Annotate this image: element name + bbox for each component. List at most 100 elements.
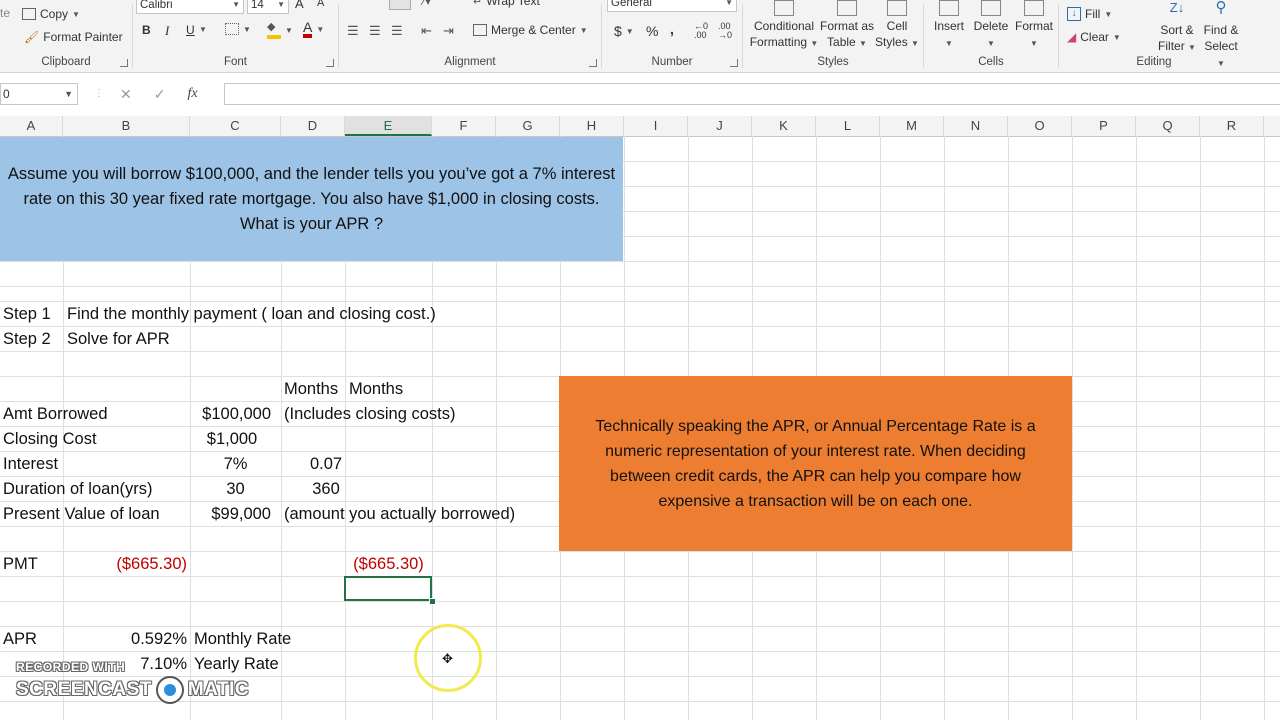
align-right-icon: ☰ bbox=[391, 23, 403, 38]
increase-indent-button[interactable]: ⇥ bbox=[443, 23, 454, 39]
format-as-table-button[interactable]: Format as Table ▼ bbox=[819, 0, 875, 52]
font-color-button[interactable]: A ▼ bbox=[303, 20, 324, 38]
font-launcher-icon[interactable] bbox=[326, 59, 334, 67]
bold-button[interactable]: B bbox=[142, 23, 151, 37]
column-header-o[interactable]: O bbox=[1008, 116, 1072, 136]
cell-styles-button[interactable]: Cell Styles ▼ bbox=[875, 0, 919, 52]
insert-button[interactable]: Insert ▼ bbox=[928, 0, 970, 52]
fill-button[interactable]: ↓ Fill ▼ bbox=[1067, 7, 1112, 21]
closing-cost-label: Closing Cost bbox=[3, 430, 97, 448]
align-right-button[interactable]: ☰ bbox=[391, 23, 403, 39]
align-center-button[interactable]: ☰ bbox=[369, 23, 381, 39]
step1-text: Find the monthly payment ( loan and clos… bbox=[67, 305, 436, 323]
format-as-label: Format as bbox=[819, 19, 874, 33]
column-header-d[interactable]: D bbox=[281, 116, 345, 136]
decrease-indent-button[interactable]: ⇤ bbox=[421, 23, 432, 39]
column-header-g[interactable]: G bbox=[496, 116, 560, 136]
orientation-button[interactable]: ⁄▾ bbox=[423, 0, 431, 8]
amt-borrowed-note: (Includes closing costs) bbox=[284, 405, 456, 423]
paste-fragment[interactable]: te bbox=[0, 6, 10, 20]
column-header-r[interactable]: R bbox=[1200, 116, 1264, 136]
alignment-launcher-icon[interactable] bbox=[589, 59, 597, 67]
months-header: Months bbox=[284, 380, 339, 398]
chevron-down-icon: ▼ bbox=[232, 0, 240, 9]
column-header-i[interactable]: I bbox=[624, 116, 688, 136]
currency-button[interactable]: $ ▼ bbox=[614, 23, 634, 39]
number-format-select[interactable]: General ▼ bbox=[607, 0, 737, 12]
clipboard-group: te Copy ▼ 🖌 Format Painter Clipboard bbox=[0, 0, 132, 72]
font-size-select[interactable]: 14 ▼ bbox=[247, 0, 289, 14]
align-middle-button[interactable] bbox=[389, 0, 411, 10]
column-header-c[interactable]: C bbox=[190, 116, 281, 136]
clear-button[interactable]: ◢ Clear ▼ bbox=[1067, 30, 1121, 44]
number-launcher-icon[interactable] bbox=[730, 59, 738, 67]
column-header-q[interactable]: Q bbox=[1136, 116, 1200, 136]
column-header-b[interactable]: B bbox=[63, 116, 190, 136]
font-label: Font bbox=[223, 56, 247, 68]
underline-button[interactable]: U bbox=[186, 23, 195, 37]
column-header-n[interactable]: N bbox=[944, 116, 1008, 136]
format-label: Format bbox=[1014, 19, 1053, 33]
name-box[interactable]: 0 ▼ bbox=[0, 83, 78, 105]
merge-center-label: Merge & Center bbox=[491, 23, 576, 37]
borders-button[interactable]: ▼ bbox=[225, 23, 251, 35]
active-cell-e19[interactable] bbox=[344, 576, 432, 601]
column-header-f[interactable]: F bbox=[432, 116, 496, 136]
decrease-decimal-button[interactable]: .00 →0 bbox=[718, 22, 732, 40]
clipboard-launcher-icon[interactable] bbox=[120, 59, 128, 67]
increase-decimal-button[interactable]: ←0.00 bbox=[694, 22, 708, 40]
italic-button[interactable]: I bbox=[165, 23, 169, 39]
column-header-h[interactable]: H bbox=[560, 116, 624, 136]
styles-group: Conditional Formatting ▼ Format as Table… bbox=[743, 0, 923, 72]
font-name-select[interactable]: Calibri ▼ bbox=[136, 0, 244, 14]
align-left-button[interactable]: ☰ bbox=[347, 23, 359, 39]
grow-font-button[interactable]: A bbox=[295, 0, 304, 11]
insert-function-icon[interactable]: fx bbox=[187, 86, 197, 102]
wrap-text-label: Wrap Text bbox=[486, 0, 540, 8]
column-header-k[interactable]: K bbox=[752, 116, 816, 136]
pmt-label: PMT bbox=[3, 555, 38, 573]
step1-label: Step 1 bbox=[3, 305, 51, 323]
clear-label: Clear bbox=[1080, 30, 1109, 44]
percent-button[interactable]: % bbox=[646, 23, 658, 39]
delete-button[interactable]: Delete ▼ bbox=[970, 0, 1012, 52]
amt-borrowed-label: Amt Borrowed bbox=[3, 405, 108, 423]
worksheet-grid[interactable]: A B C D E F G H I J K L M N O P Q R Assu… bbox=[0, 116, 1280, 720]
fill-handle[interactable] bbox=[429, 598, 436, 605]
formula-input[interactable] bbox=[224, 83, 1280, 105]
fill-color-button[interactable]: ◆ ▼ bbox=[267, 21, 293, 39]
shrink-font-button[interactable]: A bbox=[317, 0, 324, 9]
closing-cost-value: $1,000 bbox=[206, 430, 258, 448]
format-button[interactable]: Format ▼ bbox=[1012, 0, 1056, 52]
merge-center-button[interactable]: Merge & Center ▼ bbox=[473, 23, 588, 37]
copy-button[interactable]: Copy ▼ bbox=[22, 7, 80, 21]
wrap-text-button[interactable]: ↵ Wrap Text bbox=[473, 0, 540, 8]
chevron-down-icon: ▼ bbox=[72, 9, 80, 19]
comma-button[interactable]: , bbox=[670, 21, 674, 37]
cell-styles-icon bbox=[887, 0, 907, 16]
sort-icon: Z↓ bbox=[1169, 0, 1185, 15]
column-header-j[interactable]: J bbox=[688, 116, 752, 136]
underline-dropdown[interactable]: ▼ bbox=[199, 25, 207, 34]
sort-filter-button[interactable]: Z↓ Sort & Filter ▼ bbox=[1155, 0, 1199, 56]
months-header-2: Months bbox=[349, 380, 404, 398]
apr-monthly-value: 0.592% bbox=[131, 630, 187, 648]
column-header-m[interactable]: M bbox=[880, 116, 944, 136]
find-label: Find & bbox=[1203, 23, 1239, 37]
alignment-group: ⁄▾ ↵ Wrap Text ☰ ☰ ☰ ⇤ ⇥ Merge & Center … bbox=[339, 0, 601, 72]
font-size-value: 14 bbox=[251, 0, 264, 11]
conditional-formatting-button[interactable]: Conditional Formatting ▼ bbox=[749, 0, 819, 52]
column-header-p[interactable]: P bbox=[1072, 116, 1136, 136]
cells-group: Insert ▼ Delete ▼ Format ▼ Cells bbox=[924, 0, 1058, 72]
drag-handle-icon[interactable]: ⋮ bbox=[94, 88, 104, 99]
enter-icon[interactable]: ✓ bbox=[154, 86, 166, 103]
interest-value: 7% bbox=[223, 455, 248, 473]
column-header-l[interactable]: L bbox=[816, 116, 880, 136]
interest-label: Interest bbox=[3, 455, 59, 473]
cancel-icon[interactable]: ✕ bbox=[120, 86, 132, 103]
cells-label: Cells bbox=[978, 56, 1004, 68]
column-header-a[interactable]: A bbox=[0, 116, 63, 136]
cell-label-2: Styles bbox=[875, 35, 908, 49]
format-painter-button[interactable]: 🖌 Format Painter bbox=[24, 30, 123, 44]
column-header-e[interactable]: E bbox=[345, 116, 432, 136]
